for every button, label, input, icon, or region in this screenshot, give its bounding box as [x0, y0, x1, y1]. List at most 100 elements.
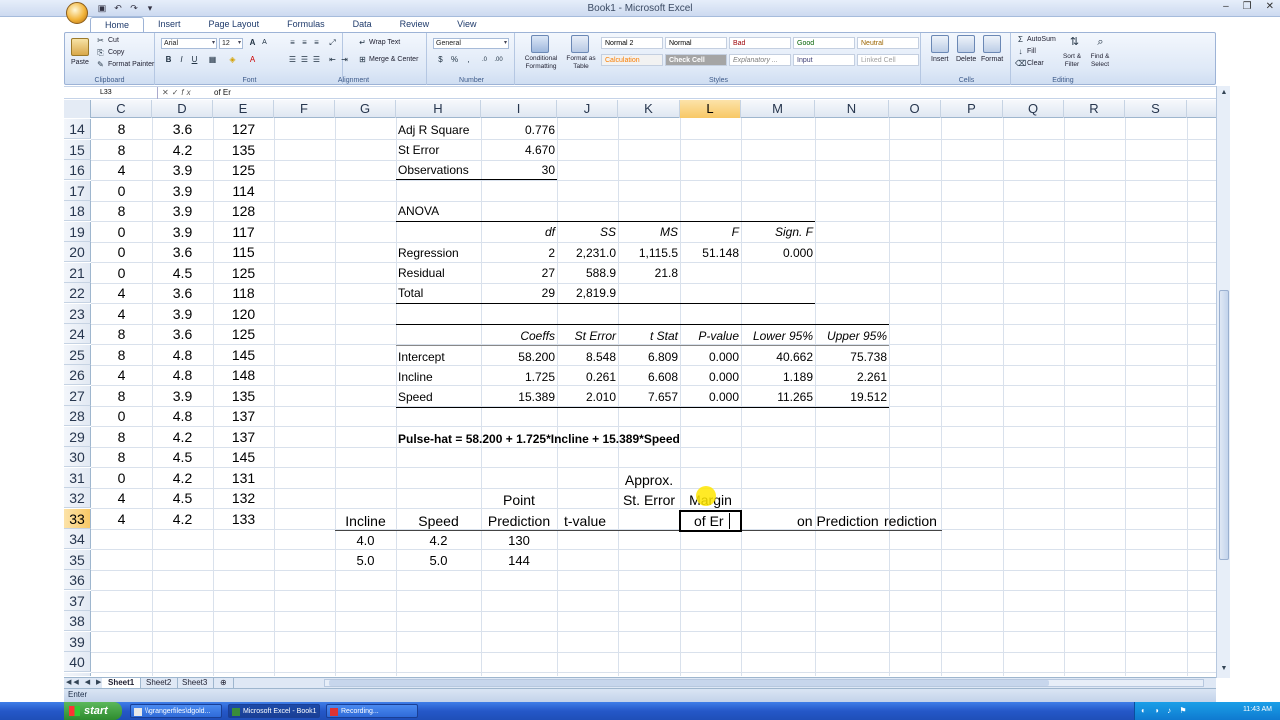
format-as-table-icon[interactable] — [571, 35, 589, 53]
col-header-c[interactable]: C — [91, 100, 152, 118]
st-error-header[interactable]: St. Error — [618, 490, 680, 510]
col-header-f[interactable]: F — [274, 100, 335, 118]
merge-center-icon[interactable]: ⊞ — [357, 55, 368, 65]
cell-c[interactable]: 0 — [91, 222, 152, 242]
paste-button[interactable]: Paste — [71, 59, 89, 66]
style-check-cell[interactable]: Check Cell — [665, 54, 727, 66]
adj-r-square-label[interactable]: Adj R Square — [398, 120, 469, 140]
cell-e[interactable]: 118 — [213, 283, 274, 303]
increase-decimal-icon[interactable]: .0 — [479, 55, 490, 65]
cell-d[interactable]: 3.9 — [152, 386, 213, 406]
col-header-r[interactable]: R — [1064, 100, 1125, 118]
row-header[interactable]: 35 — [64, 550, 91, 570]
col-header-l[interactable]: L — [680, 100, 741, 118]
coef-t-stat[interactable]: 6.809 — [618, 347, 678, 367]
increase-indent-icon[interactable]: ⇥ — [339, 55, 350, 65]
col-header-j[interactable]: J — [557, 100, 618, 118]
col-header-n[interactable]: N — [815, 100, 889, 118]
cell-d[interactable]: 4.5 — [152, 488, 213, 508]
adj-r-square-value[interactable]: 0.776 — [481, 120, 555, 140]
cell-d[interactable]: 3.9 — [152, 222, 213, 242]
row-header[interactable]: 31 — [64, 468, 91, 488]
percent-icon[interactable]: % — [449, 55, 460, 65]
cell-d[interactable]: 4.8 — [152, 365, 213, 385]
cell-c[interactable]: 8 — [91, 447, 152, 467]
cut-icon[interactable]: ✂ — [95, 36, 106, 46]
copy-button[interactable]: Copy — [108, 49, 124, 56]
cell-d[interactable]: 4.8 — [152, 406, 213, 426]
coef-lower95[interactable]: 11.265 — [741, 387, 813, 407]
tab-insert[interactable]: Insert — [144, 17, 195, 32]
col-header-h[interactable]: H — [396, 100, 481, 118]
coef-upper95[interactable]: 2.261 — [815, 367, 887, 387]
col-header-p[interactable]: P — [941, 100, 1003, 118]
cell-d[interactable]: 4.8 — [152, 345, 213, 365]
align-left-icon[interactable]: ☰ — [287, 55, 298, 65]
cell-c[interactable]: 0 — [91, 406, 152, 426]
cell-e[interactable]: 125 — [213, 160, 274, 180]
currency-icon[interactable]: $ — [435, 55, 446, 65]
row-header[interactable]: 32 — [64, 488, 91, 508]
enter-icon[interactable]: ✓ — [172, 88, 182, 97]
horizontal-scrollbar[interactable] — [324, 679, 1204, 687]
cell-d[interactable]: 3.9 — [152, 201, 213, 221]
align-center-icon[interactable]: ☰ — [299, 55, 310, 65]
insert-cells-button[interactable]: Insert — [931, 56, 949, 63]
cell-d[interactable]: 3.9 — [152, 304, 213, 324]
prediction-incline[interactable]: 4.0 — [335, 531, 396, 551]
scroll-up-icon[interactable]: ▲ — [1219, 88, 1229, 98]
align-bottom-icon[interactable]: ≡ — [311, 38, 322, 48]
coef-value[interactable]: 1.725 — [481, 367, 555, 387]
cell-d[interactable]: 3.6 — [152, 283, 213, 303]
wrap-text-icon[interactable]: ↵ — [357, 38, 368, 48]
row-header[interactable]: 40 — [64, 652, 91, 672]
row-header[interactable]: 34 — [64, 529, 91, 549]
cell-c[interactable]: 4 — [91, 283, 152, 303]
anova-ss[interactable]: 2,819.9 — [557, 283, 616, 303]
prediction-value[interactable]: 144 — [481, 551, 557, 571]
row-header[interactable]: 41 — [64, 673, 91, 676]
scroll-down-icon[interactable]: ▼ — [1219, 664, 1229, 674]
row-header[interactable]: 16 — [64, 160, 91, 180]
cell-c[interactable]: 0 — [91, 181, 152, 201]
row-header[interactable]: 19 — [64, 222, 91, 242]
cell-c[interactable]: 0 — [91, 242, 152, 262]
autosum-icon[interactable]: Σ — [1015, 35, 1026, 45]
coef-header-upper95[interactable]: Upper 95% — [815, 326, 887, 346]
col-header-q[interactable]: Q — [1003, 100, 1064, 118]
style-normal-2[interactable]: Normal 2 — [601, 37, 663, 49]
cell-c[interactable]: 4 — [91, 304, 152, 324]
tab-page-layout[interactable]: Page Layout — [195, 17, 274, 32]
anova-ms[interactable]: 21.8 — [618, 263, 678, 283]
cell-e[interactable]: 148 — [213, 365, 274, 385]
fx-icon[interactable]: fx — [181, 88, 193, 97]
italic-icon[interactable]: I — [176, 55, 187, 65]
style-input[interactable]: Input — [793, 54, 855, 66]
conditional-formatting-button[interactable]: Conditional Formatting — [519, 55, 563, 71]
cell-e[interactable]: 135 — [213, 140, 274, 160]
formula-input[interactable]: of Er — [214, 87, 231, 99]
overflow-text-a[interactable]: on Prediction — [797, 511, 879, 531]
align-top-icon[interactable]: ≡ — [287, 38, 298, 48]
cell-c[interactable]: 8 — [91, 427, 152, 447]
sort-filter-button[interactable]: Sort & Filter — [1057, 53, 1087, 69]
regression-equation[interactable]: Pulse-hat = 58.200 + 1.725*Incline + 15.… — [398, 429, 680, 449]
delete-cells-icon[interactable] — [957, 35, 975, 53]
taskbar-item-excel[interactable]: Microsoft Excel - Book1 — [228, 704, 320, 718]
shrink-font-icon[interactable]: A — [259, 38, 270, 48]
col-header-i[interactable]: I — [481, 100, 557, 118]
cell-d[interactable]: 4.2 — [152, 468, 213, 488]
start-button[interactable]: start — [64, 702, 122, 720]
anova-df[interactable]: 27 — [481, 263, 555, 283]
anova-f[interactable] — [680, 263, 739, 283]
row-header[interactable]: 28 — [64, 406, 91, 426]
cell-e[interactable]: 117 — [213, 222, 274, 242]
row-header[interactable]: 24 — [64, 324, 91, 344]
row-header[interactable]: 26 — [64, 365, 91, 385]
number-format-combo[interactable]: General ▾ — [433, 38, 509, 49]
anova-sign-f[interactable] — [741, 263, 813, 283]
bold-icon[interactable]: B — [163, 55, 174, 65]
format-cells-button[interactable]: Format — [981, 56, 1003, 63]
prediction-speed[interactable]: 5.0 — [396, 551, 481, 571]
tab-review[interactable]: Review — [386, 17, 444, 32]
